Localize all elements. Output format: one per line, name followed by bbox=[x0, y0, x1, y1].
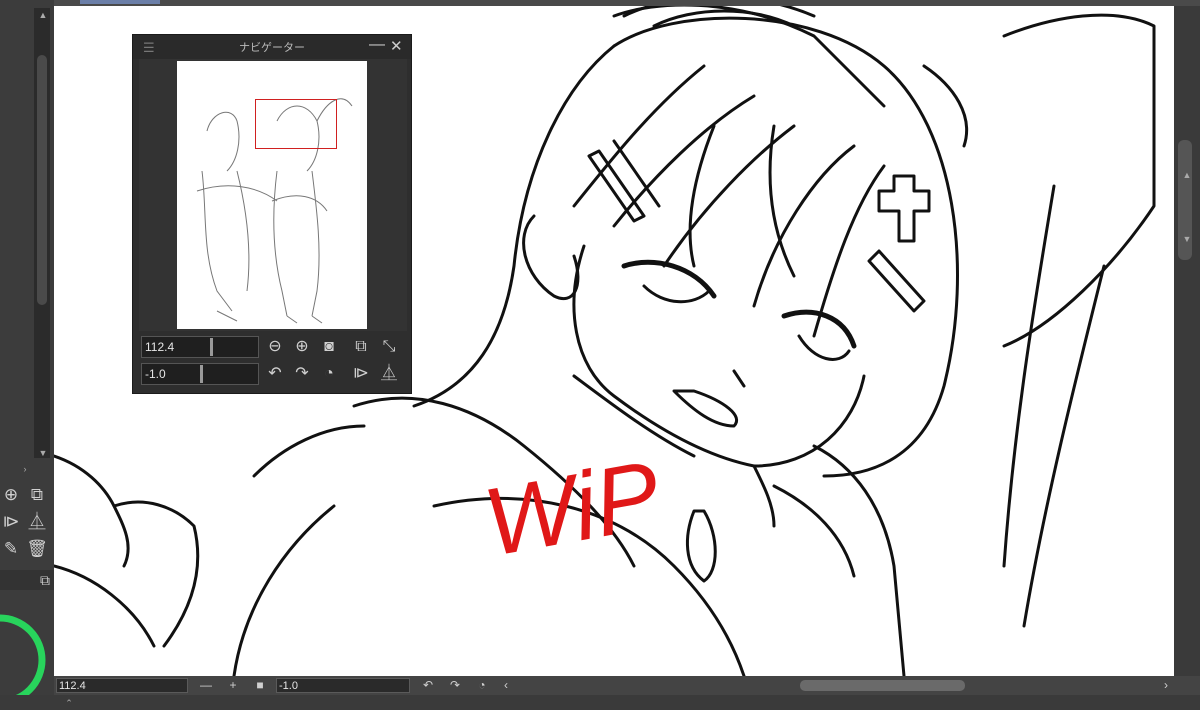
scroll-left-icon[interactable]: ‹ bbox=[498, 677, 514, 694]
status-zoom-field[interactable]: 112.4 bbox=[56, 678, 188, 693]
zoom-out-icon[interactable]: ⊖ bbox=[264, 336, 286, 358]
zoom-in-icon[interactable]: + bbox=[225, 677, 241, 694]
zoom-in-icon[interactable]: ⊕ bbox=[0, 484, 22, 506]
rotation-slider-field[interactable]: -1.0 bbox=[141, 363, 259, 385]
hamburger-icon[interactable]: ☰ bbox=[143, 40, 155, 56]
status-zoom-value: 112.4 bbox=[59, 680, 86, 692]
scroll-down-icon[interactable]: ▼ bbox=[1180, 232, 1194, 246]
zoom-slider-field[interactable]: 112.4 bbox=[141, 336, 259, 358]
status-rotation-value: -1.0 bbox=[279, 680, 298, 692]
expand-right-icon[interactable]: › bbox=[18, 462, 32, 476]
vertical-scrollbar[interactable] bbox=[1174, 6, 1200, 676]
minimize-icon[interactable]: — bbox=[369, 36, 385, 54]
flip-vertical-icon[interactable]: ⏅ bbox=[26, 511, 48, 533]
fit-icon[interactable]: ■ bbox=[252, 677, 268, 694]
scroll-down-icon[interactable]: ▼ bbox=[36, 446, 50, 460]
status-rotation-field[interactable]: -1.0 bbox=[276, 678, 410, 693]
scroll-up-icon[interactable]: ▲ bbox=[36, 8, 50, 22]
reset-rotation-icon[interactable]: ◔ bbox=[318, 363, 340, 385]
zoom-value: 112.4 bbox=[145, 340, 175, 354]
close-icon[interactable]: ✕ bbox=[390, 37, 403, 55]
reset-rotation-icon[interactable]: ◔ bbox=[474, 677, 490, 694]
horizontal-scrollbar-thumb[interactable] bbox=[800, 680, 965, 691]
bottom-strip bbox=[0, 695, 1200, 709]
rotate-left-icon[interactable]: ↶ bbox=[264, 363, 286, 385]
wip-annotation: WiP bbox=[477, 441, 668, 577]
edit-icon[interactable]: ✎ bbox=[0, 538, 22, 560]
zoom-in-icon[interactable]: ⊕ bbox=[291, 336, 313, 358]
navigator-preview[interactable] bbox=[177, 61, 367, 329]
flip-horizontal-icon[interactable]: ⧐ bbox=[350, 363, 372, 385]
fit-icon[interactable]: ◙ bbox=[318, 336, 340, 358]
scroll-right-icon[interactable]: › bbox=[1158, 677, 1174, 694]
flip-vertical-icon[interactable]: ⏅ bbox=[378, 363, 400, 385]
zoom-slider-thumb[interactable] bbox=[210, 338, 213, 356]
color-wheel-icon[interactable] bbox=[0, 590, 54, 709]
fullscreen-icon[interactable]: ⤡ bbox=[378, 336, 400, 358]
trash-icon[interactable]: 🗑 bbox=[26, 538, 48, 560]
rotation-slider-thumb[interactable] bbox=[200, 365, 203, 383]
left-scrollbar-thumb[interactable] bbox=[37, 55, 47, 305]
layers-icon[interactable]: ⧉ bbox=[34, 569, 56, 591]
rotate-right-icon[interactable]: ↷ bbox=[291, 363, 313, 385]
flip-horizontal-icon[interactable]: ⧐ bbox=[0, 511, 22, 533]
canvas-tab[interactable] bbox=[80, 0, 160, 4]
rotate-right-icon[interactable]: ↷ bbox=[447, 677, 463, 694]
zoom-out-icon[interactable]: — bbox=[198, 677, 214, 694]
navigator-view-rectangle[interactable] bbox=[255, 99, 337, 149]
expand-up-icon[interactable]: ⌃ bbox=[62, 696, 76, 710]
navigator-panel: ナビゲーター ☰ — ✕ 112.4 ⊖ ⊕ ◙ ⧉ ⤡ -1.0 ↶ ↷ ◔ … bbox=[132, 34, 412, 394]
rotate-left-icon[interactable]: ↶ bbox=[420, 677, 436, 694]
actual-size-icon[interactable]: ⧉ bbox=[350, 336, 372, 358]
actual-size-icon[interactable]: ⧉ bbox=[26, 484, 48, 506]
scroll-up-icon[interactable]: ▲ bbox=[1180, 168, 1194, 182]
